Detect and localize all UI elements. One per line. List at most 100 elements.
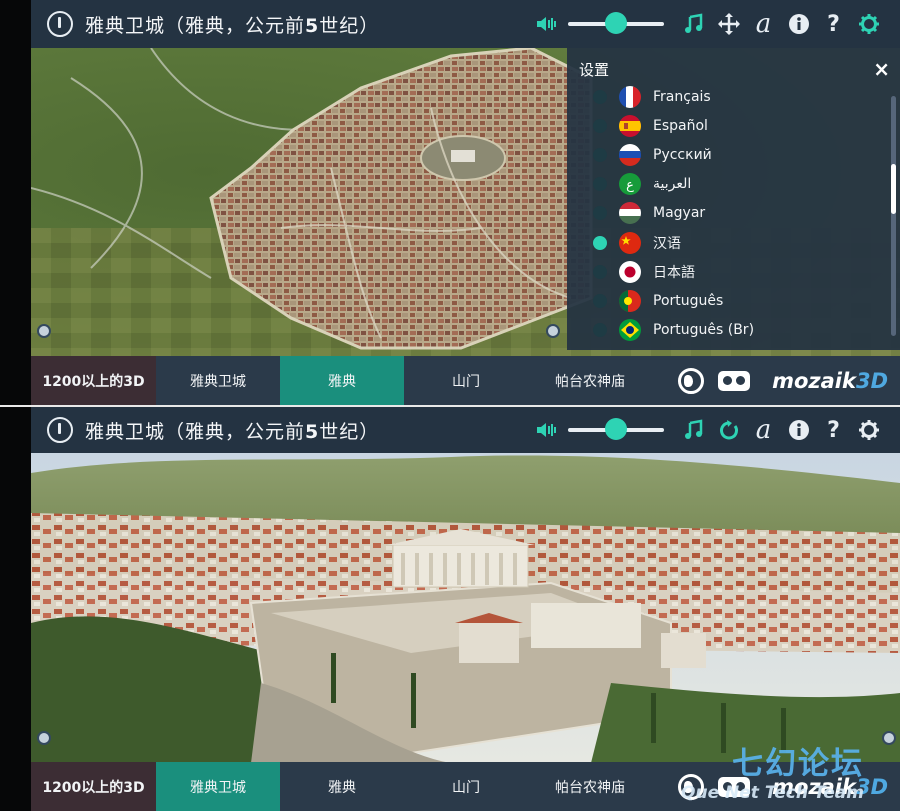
watermark-subtitle: Que Net Tech Team xyxy=(681,783,864,803)
settings-scrollbar[interactable] xyxy=(891,96,896,336)
watermark-title: 七幻论坛 xyxy=(732,746,864,782)
scene-viewport[interactable] xyxy=(31,453,900,763)
volume-icon[interactable] xyxy=(529,414,564,446)
language-option[interactable]: Русский xyxy=(567,140,887,169)
info-icon[interactable] xyxy=(781,414,816,446)
radio-unselected-icon[interactable] xyxy=(593,293,607,308)
page-title: 雅典卫城（雅典，公元前5世纪） xyxy=(85,417,379,444)
tab-parthenon[interactable]: 帕台农神庙 xyxy=(528,762,652,811)
tab-3d-models[interactable]: 1200以上的3D xyxy=(31,356,156,405)
language-label: Magyar xyxy=(653,205,706,222)
brand-accent: 3D xyxy=(855,368,888,393)
bottom-nav: 1200以上的3D 雅典卫城 雅典 山门 帕台农神庙 mozaik3D xyxy=(31,356,900,405)
language-option[interactable]: 日本語 xyxy=(567,257,887,286)
flag-fr-icon xyxy=(619,85,641,108)
font-icon[interactable]: a xyxy=(746,414,781,446)
settings-title: 设置 xyxy=(579,60,610,79)
viewport-corner-right-dot[interactable] xyxy=(882,731,896,745)
scrollbar-thumb[interactable] xyxy=(891,164,896,214)
title-bold: 5 xyxy=(305,420,320,443)
power-icon[interactable] xyxy=(47,11,73,37)
radio-unselected-icon[interactable] xyxy=(593,206,607,221)
title-bar: 雅典卫城（雅典，公元前5世纪） a ? xyxy=(31,0,900,48)
settings-panel: 设置 × Français Español Русский ع العربية Magya… xyxy=(567,48,900,350)
tab-propylaea[interactable]: 山门 xyxy=(404,762,528,811)
radio-selected-icon[interactable] xyxy=(593,235,607,250)
language-label: العربية xyxy=(653,176,692,193)
music-icon[interactable] xyxy=(676,414,711,446)
language-label: Français xyxy=(653,88,711,105)
close-icon[interactable]: × xyxy=(873,57,890,81)
language-option[interactable]: Magyar xyxy=(567,199,887,228)
title-prefix: 雅典卫城（雅典，公元前 xyxy=(85,14,306,37)
flag-br-icon xyxy=(619,319,641,342)
toolbar: a ? xyxy=(529,407,886,453)
flag-ar-icon: ع xyxy=(619,173,641,196)
settings-icon[interactable] xyxy=(851,8,886,40)
radio-unselected-icon[interactable] xyxy=(593,323,607,338)
move-icon[interactable] xyxy=(711,8,746,40)
acropolis-3d-scene xyxy=(31,453,900,763)
radio-unselected-icon[interactable] xyxy=(593,118,607,133)
power-icon[interactable] xyxy=(47,417,73,443)
toolbar: a ? xyxy=(529,0,886,48)
radio-unselected-icon[interactable] xyxy=(593,89,607,104)
title-suffix: 世纪） xyxy=(319,420,380,443)
flag-ru-icon xyxy=(619,143,641,166)
help-icon[interactable]: ? xyxy=(816,8,851,40)
mozaik-logo: mozaik3D xyxy=(772,369,888,393)
title-bold: 5 xyxy=(305,14,320,37)
title-bar: 雅典卫城（雅典，公元前5世纪） a ? xyxy=(31,407,900,453)
volume-slider[interactable] xyxy=(568,418,664,440)
brand-name: mozaik xyxy=(772,368,856,393)
rotate-icon[interactable] xyxy=(711,414,746,446)
globe-icon[interactable] xyxy=(678,367,705,394)
volume-slider[interactable] xyxy=(568,12,664,34)
radio-unselected-icon[interactable] xyxy=(593,264,607,279)
language-label: 汉语 xyxy=(653,235,681,252)
language-option[interactable]: ع العربية xyxy=(567,170,887,199)
language-label: Português (Br) xyxy=(653,322,755,339)
radio-unselected-icon[interactable] xyxy=(593,177,607,192)
tab-parthenon[interactable]: 帕台农神庙 xyxy=(528,356,652,405)
music-icon[interactable] xyxy=(676,8,711,40)
bottom-panel: 雅典卫城（雅典，公元前5世纪） a ? 1200以上的3D 雅典卫城 雅典 山门… xyxy=(0,407,900,811)
tab-acropolis[interactable]: 雅典卫城 xyxy=(156,762,280,811)
language-label: 日本語 xyxy=(653,264,695,281)
vr-headset-icon[interactable] xyxy=(718,370,751,391)
volume-slider-knob[interactable] xyxy=(605,12,627,34)
language-label: Português xyxy=(653,292,724,309)
font-icon[interactable]: a xyxy=(746,8,781,40)
tab-3d-models[interactable]: 1200以上的3D xyxy=(31,762,156,811)
language-option[interactable]: 汉语 xyxy=(567,228,887,257)
left-edge xyxy=(0,0,31,405)
volume-slider-knob[interactable] xyxy=(605,418,627,440)
flag-es-icon xyxy=(619,114,641,137)
flag-jp-icon xyxy=(619,260,641,283)
flag-cn-icon xyxy=(619,231,641,254)
language-option[interactable]: Español xyxy=(567,111,887,140)
radio-unselected-icon[interactable] xyxy=(593,147,607,162)
viewport-corner-left-dot[interactable] xyxy=(37,324,51,338)
language-list: Français Español Русский ع العربية Magyar 汉语日本… xyxy=(567,82,887,345)
watermark: 七幻论坛 Que Net Tech Team xyxy=(681,738,864,803)
tab-propylaea[interactable]: 山门 xyxy=(404,356,528,405)
flag-pt-icon xyxy=(619,289,641,312)
language-option[interactable]: Português (Br) xyxy=(567,316,887,345)
volume-icon[interactable] xyxy=(529,8,564,40)
tab-athens[interactable]: 雅典 xyxy=(280,356,404,405)
tab-athens[interactable]: 雅典 xyxy=(280,762,404,811)
settings-icon[interactable] xyxy=(851,414,886,446)
language-label: Español xyxy=(653,117,708,134)
help-icon[interactable]: ? xyxy=(816,414,851,446)
language-label: Русский xyxy=(653,146,712,163)
flag-hu-icon xyxy=(619,202,641,225)
viewport-corner-right-dot[interactable] xyxy=(546,324,560,338)
tab-acropolis[interactable]: 雅典卫城 xyxy=(156,356,280,405)
top-panel: 雅典卫城（雅典，公元前5世纪） a ? 设置 × Français Españo… xyxy=(0,0,900,405)
info-icon[interactable] xyxy=(781,8,816,40)
language-option[interactable]: Português xyxy=(567,286,887,315)
viewport-corner-left-dot[interactable] xyxy=(37,731,51,745)
language-option[interactable]: Français xyxy=(567,82,887,111)
page-title: 雅典卫城（雅典，公元前5世纪） xyxy=(85,11,379,38)
